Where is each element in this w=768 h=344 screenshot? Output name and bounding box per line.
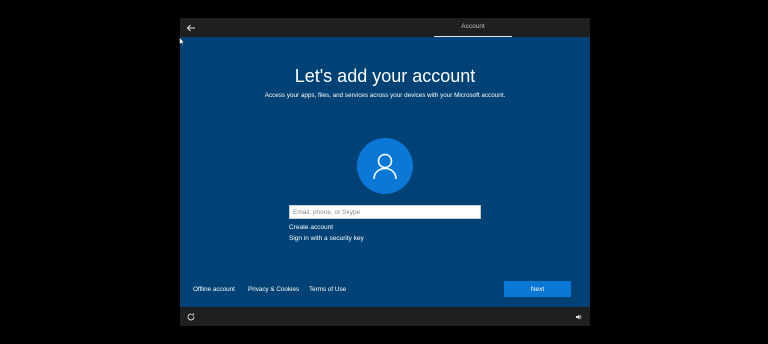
ease-of-access-button[interactable] [185,311,196,322]
page-subtitle: Access your apps, files, and services ac… [264,92,506,99]
avatar [357,138,413,194]
oobe-window: Account Let's add your account Access yo… [180,18,590,326]
bottom-bar [180,307,590,326]
terms-of-use-link[interactable]: Terms of Use [309,286,346,293]
tab-account: Account [434,18,512,37]
mouse-cursor-icon [179,37,185,46]
create-account-link[interactable]: Create account [289,224,333,231]
next-button[interactable]: Next [504,281,571,297]
person-icon [373,153,397,180]
volume-icon [575,314,581,319]
page-title: Let's add your account [294,66,476,86]
back-arrow-icon [186,24,195,31]
top-bar: Account [180,18,590,37]
privacy-cookies-link[interactable]: Privacy & Cookies [248,286,299,293]
email-field[interactable] [289,205,481,219]
back-button[interactable] [183,20,198,35]
security-key-link[interactable]: Sign in with a security key [289,235,364,242]
offline-account-link[interactable]: Offline account [193,286,235,293]
ease-of-access-icon [187,312,194,320]
volume-button[interactable] [573,311,584,322]
